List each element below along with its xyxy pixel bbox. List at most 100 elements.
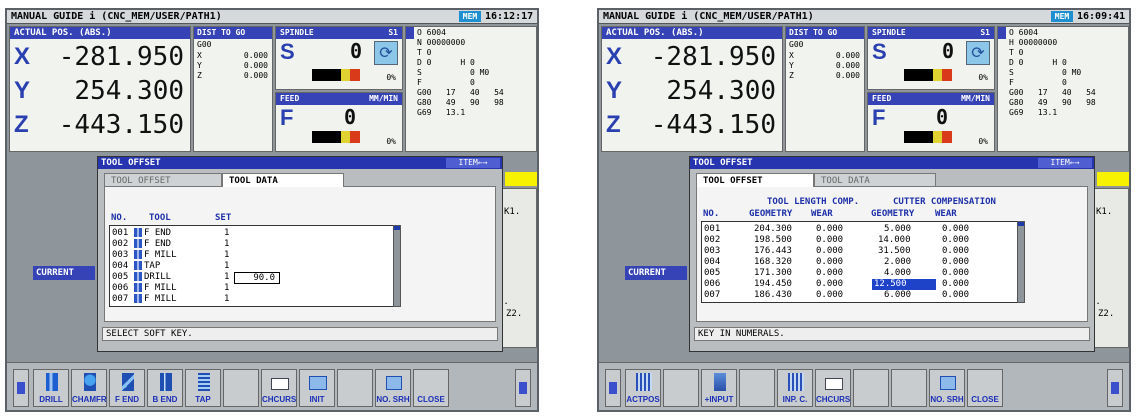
axis-value: 254.300 bbox=[74, 76, 184, 106]
softkey-f-end[interactable]: F END bbox=[109, 369, 145, 407]
softkey-tap[interactable]: TAP bbox=[185, 369, 221, 407]
column-header: WEAR bbox=[811, 209, 833, 219]
softkey-drill[interactable]: DRILL bbox=[33, 369, 69, 407]
modal-line: H 00000000 bbox=[1009, 38, 1058, 47]
column-header: NO. bbox=[111, 213, 128, 223]
flat-end-mill-icon bbox=[122, 373, 134, 391]
softkey-label: NO. SRH bbox=[376, 395, 410, 404]
search-icon bbox=[940, 376, 956, 390]
softkey-actpos[interactable]: ACTPOS bbox=[625, 369, 661, 407]
tab-tool-data[interactable]: TOOL DATA bbox=[222, 173, 344, 187]
softkey-prev-button[interactable] bbox=[13, 369, 29, 407]
selected-cell[interactable]: 12.500 bbox=[872, 279, 936, 290]
softkey-chcurs[interactable]: CHCURS bbox=[261, 369, 297, 407]
spindle-id: S1 bbox=[388, 28, 398, 37]
cell-set: 1 bbox=[224, 294, 230, 304]
softkey-next-button[interactable] bbox=[1107, 369, 1123, 407]
softkey-b-end[interactable]: B END bbox=[147, 369, 183, 407]
softkey-close[interactable]: CLOSE bbox=[413, 369, 449, 407]
softkey-number-search[interactable]: NO. SRH bbox=[375, 369, 411, 407]
mode-badge: MEM bbox=[459, 11, 481, 22]
table-row[interactable]: 003 F MILL 1 bbox=[110, 250, 400, 261]
table-scrollbar[interactable] bbox=[1017, 221, 1025, 303]
modal-line: G80 49 90 98 bbox=[1009, 98, 1096, 107]
cell-length-wear: 0.000 bbox=[816, 290, 844, 300]
item-switch[interactable]: ITEM←→ bbox=[446, 158, 500, 168]
softkey-empty[interactable] bbox=[337, 369, 373, 407]
value-input[interactable]: 90.0 bbox=[234, 272, 280, 284]
item-switch[interactable]: ITEM←→ bbox=[1038, 158, 1092, 168]
spindle-percent: 0% bbox=[386, 73, 396, 82]
cell-tool: F END bbox=[144, 239, 172, 249]
table-row[interactable]: 007 186.430 0.000 6.000 0.000 bbox=[702, 290, 1018, 301]
modal-line: G00 17 40 54 bbox=[1009, 88, 1096, 97]
axis-row: Y 254.300 bbox=[10, 76, 190, 107]
drill-icon bbox=[46, 373, 58, 391]
cell-tool: TAP bbox=[144, 261, 161, 271]
face-mill-icon bbox=[134, 294, 142, 303]
softkey-input-calc[interactable]: INP. C. bbox=[777, 369, 813, 407]
clock: 16:12:17 bbox=[485, 11, 534, 22]
table-row[interactable]: 006 F MILL 1 bbox=[110, 283, 400, 294]
cell-length-geometry: 204.300 bbox=[754, 224, 792, 234]
softkey-close[interactable]: CLOSE bbox=[967, 369, 1003, 407]
softkey-prev-button[interactable] bbox=[605, 369, 621, 407]
table-row[interactable]: 005 171.300 0.000 4.000 0.000 bbox=[702, 268, 1018, 279]
softkey-init[interactable]: INIT bbox=[299, 369, 335, 407]
modal-info-panel: O 6004 H 00000000 T 0 D 0 H 0 S 0 M0 F 0… bbox=[997, 26, 1129, 152]
dtg-axis: Y bbox=[789, 61, 794, 70]
panel-header: SPINDLE S1 bbox=[276, 27, 402, 39]
cell-length-geometry: 194.450 bbox=[754, 279, 792, 289]
tab-tool-data[interactable]: TOOL DATA bbox=[814, 173, 936, 187]
tab-tool-offset[interactable]: TOOL OFFSET bbox=[104, 173, 222, 187]
spindle-title: SPINDLE bbox=[280, 28, 314, 37]
softkey-empty[interactable] bbox=[223, 369, 259, 407]
dtg-axis: X bbox=[197, 51, 202, 60]
table-row[interactable]: 007 F MILL 1 bbox=[110, 294, 400, 305]
feed-title: FEED bbox=[280, 94, 300, 103]
dtg-value: 0.000 bbox=[243, 51, 268, 60]
group-header: TOOL LENGTH COMP. bbox=[767, 197, 860, 207]
cell-length-geometry: 198.500 bbox=[754, 235, 792, 245]
table-row[interactable]: 003 176.443 0.000 31.500 0.000 bbox=[702, 246, 1018, 257]
modal-line: G69 13.1 bbox=[1009, 108, 1058, 117]
panel-header: ACTUAL POS. (ABS.) bbox=[602, 27, 782, 39]
softkey-label: NO. SRH bbox=[930, 395, 964, 404]
table-row[interactable]: 004 168.320 0.000 2.000 0.000 bbox=[702, 257, 1018, 268]
dist-to-go-panel: DIST TO GO G00 X 0.000 Y 0.000 Z 0.000 bbox=[193, 26, 273, 152]
softkey-empty[interactable] bbox=[891, 369, 927, 407]
tap-icon bbox=[134, 261, 142, 270]
feed-value: 0 bbox=[343, 105, 356, 129]
softkey-empty[interactable] bbox=[739, 369, 775, 407]
softkey-plus-input[interactable]: +INPUT bbox=[701, 369, 737, 407]
column-header: SET bbox=[215, 213, 232, 223]
table-scrollbar[interactable] bbox=[393, 225, 401, 307]
feed-letter: F bbox=[872, 105, 886, 130]
highlight-bar bbox=[505, 172, 537, 186]
table-row[interactable]: 001 F END 1 bbox=[110, 228, 400, 239]
softkey-number-search[interactable]: NO. SRH bbox=[929, 369, 965, 407]
title-bar: MANUAL GUIDE i (CNC_MEM/USER/PATH1) MEM … bbox=[599, 10, 1129, 24]
modal-line: D 0 H 0 bbox=[1009, 58, 1067, 67]
panel-header: ACTUAL POS. (ABS.) bbox=[10, 27, 190, 39]
cell-tool: DRILL bbox=[144, 272, 172, 282]
table-row[interactable]: 002 F END 1 bbox=[110, 239, 400, 250]
feed-percent: 0% bbox=[978, 137, 988, 146]
softkey-chcurs[interactable]: CHCURS bbox=[815, 369, 851, 407]
softkey-chamfer[interactable]: CHAMFR bbox=[71, 369, 107, 407]
softkey-empty[interactable] bbox=[853, 369, 889, 407]
side-text: Z2. bbox=[1098, 309, 1115, 319]
softkey-empty[interactable] bbox=[663, 369, 699, 407]
softkey-bar: ACTPOS +INPUT INP. C. CHCURS NO. SRH CLO… bbox=[599, 362, 1129, 410]
softkey-next-button[interactable] bbox=[515, 369, 531, 407]
current-label: CURRENT bbox=[33, 266, 95, 280]
table-row[interactable]: 004 TAP 1 bbox=[110, 261, 400, 272]
actual-position-panel: ACTUAL POS. (ABS.) X -281.950 Y 254.300 Z -… bbox=[601, 26, 783, 152]
tab-tool-offset[interactable]: TOOL OFFSET bbox=[696, 173, 814, 187]
table-row[interactable]: 001 204.300 0.000 5.000 0.000 bbox=[702, 224, 1018, 235]
end-mill-icon bbox=[134, 228, 142, 237]
table-row[interactable]: 002 198.500 0.000 14.000 0.000 bbox=[702, 235, 1018, 246]
table-row[interactable]: 006 194.450 0.000 12.500 0.000 bbox=[702, 279, 1018, 290]
cell-cutter-geometry: 6.000 bbox=[884, 290, 912, 300]
column-header: GEOMETRY bbox=[749, 209, 793, 219]
